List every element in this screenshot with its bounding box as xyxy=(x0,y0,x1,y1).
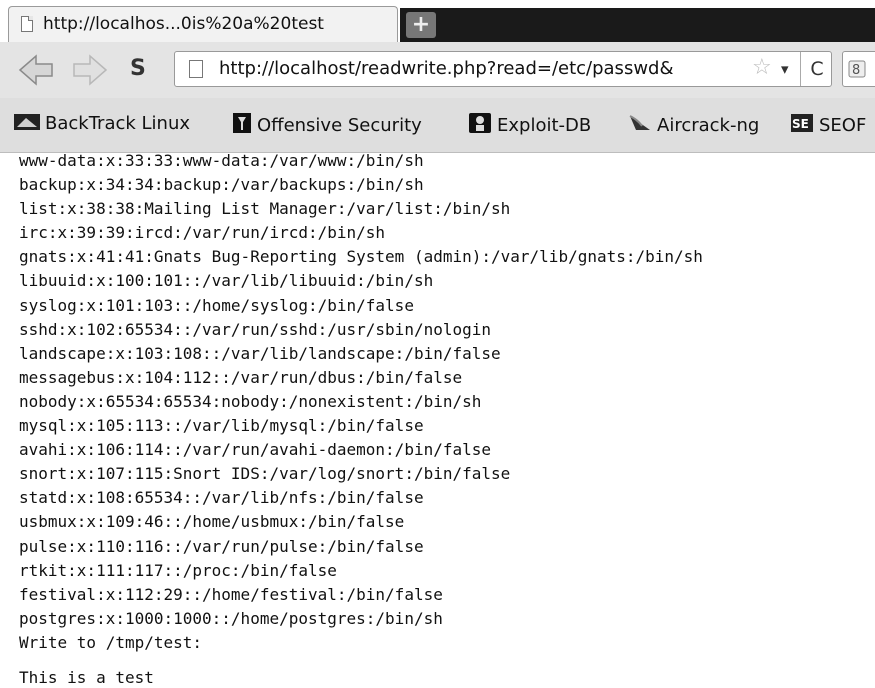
star-icon[interactable]: ☆ xyxy=(752,55,772,80)
reload-icon[interactable]: C xyxy=(800,52,833,86)
backtrack-icon xyxy=(14,114,40,130)
page-icon xyxy=(189,60,203,78)
write-label: Write to /tmp/test: xyxy=(19,632,203,652)
output-line: irc:x:39:39:ircd:/var/run/ircd:/bin/sh xyxy=(19,223,386,243)
bookmark-backtrack[interactable]: BackTrack Linux xyxy=(14,112,190,138)
new-tab-button[interactable]: + xyxy=(406,12,436,38)
output-line: snort:x:107:115:Snort IDS:/var/log/snort… xyxy=(19,464,511,484)
bookmark-exploit-db[interactable]: Exploit-DB xyxy=(468,112,591,138)
output-line: messagebus:x:104:112::/var/run/dbus:/bin… xyxy=(19,367,463,387)
tab-title: http://localhos...0is%20a%20test xyxy=(43,14,324,34)
bookmark-label: Exploit-DB xyxy=(497,115,592,136)
output-line: postgres:x:1000:1000::/home/postgres:/bi… xyxy=(19,608,443,628)
url-text[interactable]: http://localhost/readwrite.php?read=/etc… xyxy=(219,58,751,79)
page-icon xyxy=(21,16,33,32)
svg-text:8: 8 xyxy=(852,63,860,78)
output-line: gnats:x:41:41:Gnats Bug-Reporting System… xyxy=(19,247,703,267)
search-engine-icon[interactable]: 8 xyxy=(842,51,875,87)
seo-icon: SE xyxy=(791,114,813,132)
bookmark-aircrack[interactable]: Aircrack-ng xyxy=(628,112,759,138)
output-line: statd:x:108:65534::/var/lib/nfs:/bin/fal… xyxy=(19,488,424,508)
output-line: avahi:x:106:114::/var/run/avahi-daemon:/… xyxy=(19,440,492,460)
page-content: www-data:x:33:33:www-data:/var/www:/bin/… xyxy=(0,152,875,688)
s-button[interactable]: S xyxy=(130,56,146,81)
bookmark-label: SEOF xyxy=(819,115,867,136)
back-icon[interactable] xyxy=(16,50,56,90)
offsec-icon xyxy=(233,113,251,133)
forward-icon[interactable] xyxy=(70,50,110,90)
output-line: syslog:x:101:103::/home/syslog:/bin/fals… xyxy=(19,295,414,315)
bookmark-label: Aircrack-ng xyxy=(657,115,760,136)
dropdown-icon[interactable]: ▾ xyxy=(781,60,789,78)
bookmark-label: BackTrack Linux xyxy=(45,113,191,134)
written-text: This is a test xyxy=(19,668,154,687)
exploit-db-icon xyxy=(469,113,491,133)
output-line: sshd:x:102:65534::/var/run/sshd:/usr/sbi… xyxy=(19,319,492,339)
bookmark-seo[interactable]: SE SEOF xyxy=(790,112,866,138)
svg-text:SE: SE xyxy=(792,117,809,131)
output-line: backup:x:34:34:backup:/var/backups:/bin/… xyxy=(19,175,424,195)
output-line: list:x:38:38:Mailing List Manager:/var/l… xyxy=(19,199,511,219)
output-line: libuuid:x:100:101::/var/lib/libuuid:/bin… xyxy=(19,271,434,291)
bookmark-offensive-security[interactable]: Offensive Security xyxy=(232,112,422,138)
tab-bar: http://localhos...0is%20a%20test + xyxy=(0,0,875,42)
output-line: landscape:x:103:108::/var/lib/landscape:… xyxy=(19,343,501,363)
output-line: rtkit:x:111:117::/proc:/bin/false xyxy=(19,560,337,580)
navigation-toolbar: S http://localhost/readwrite.php?read=/e… xyxy=(0,42,875,99)
search-engine-logo-icon: 8 xyxy=(848,60,866,78)
tab-strip-background xyxy=(400,8,875,42)
bookmarks-toolbar: BackTrack Linux Offensive Security Explo… xyxy=(0,98,875,153)
output-line: mysql:x:105:113::/var/lib/mysql:/bin/fal… xyxy=(19,416,424,436)
output-line: www-data:x:33:33:www-data:/var/www:/bin/… xyxy=(19,152,424,170)
output-line: festival:x:112:29::/home/festival:/bin/f… xyxy=(19,584,443,604)
output-line: pulse:x:110:116::/var/run/pulse:/bin/fal… xyxy=(19,536,424,556)
output-line: usbmux:x:109:46::/home/usbmux:/bin/false xyxy=(19,512,405,532)
bookmark-label: Offensive Security xyxy=(257,115,422,136)
passwd-output: www-data:x:33:33:www-data:/var/www:/bin/… xyxy=(19,152,703,655)
aircrack-icon xyxy=(629,115,650,130)
tab-active[interactable]: http://localhos...0is%20a%20test xyxy=(8,6,398,42)
output-line: nobody:x:65534:65534:nobody:/nonexistent… xyxy=(19,391,482,411)
url-bar[interactable]: http://localhost/readwrite.php?read=/etc… xyxy=(174,51,832,87)
